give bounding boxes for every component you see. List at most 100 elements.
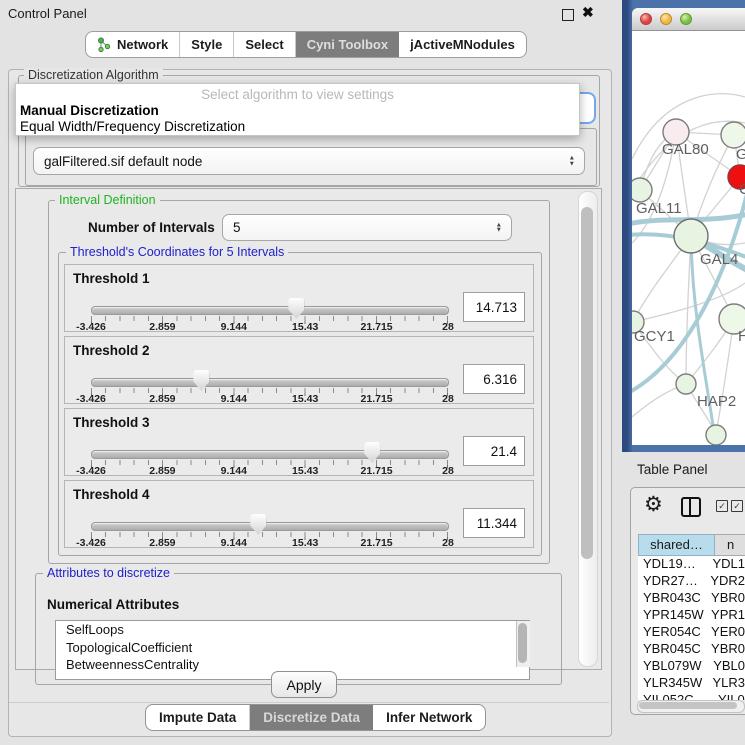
screenshot-stage: Control Panel ✖ Network Style Select Cyn — [0, 0, 745, 745]
tick-label-row: -3.4262.8599.14415.4321.71528 — [91, 321, 448, 333]
tick-label: 9.144 — [221, 321, 247, 333]
table-row[interactable]: YER054CYER0 — [638, 624, 745, 641]
tab-cyni-toolbox[interactable]: Cyni Toolbox — [296, 32, 399, 57]
threshold-1-slider-track[interactable] — [91, 306, 449, 315]
discretization-algorithm-title: Discretization Algorithm — [24, 68, 163, 82]
tab-select[interactable]: Select — [234, 32, 295, 57]
table-row[interactable]: YIL052CYIL0 — [638, 692, 745, 700]
column-header-name[interactable]: n — [715, 534, 745, 556]
tab-style[interactable]: Style — [180, 32, 234, 57]
cell-shared-name[interactable]: YER054C — [638, 624, 708, 641]
node-gal4 — [674, 219, 708, 253]
network-canvas[interactable]: GAL80 G C GAL11 GAL4 GCY1 H HAP2 — [632, 31, 745, 445]
mac-close-icon[interactable] — [640, 13, 652, 25]
popup-item-manual-discretization[interactable]: Manual Discretization — [20, 103, 159, 118]
tab-infer-network[interactable]: Infer Network — [373, 705, 485, 730]
gear-icon[interactable]: ⚙ — [644, 494, 663, 515]
tick-label: 28 — [442, 537, 454, 549]
table-row[interactable]: YBL079WYBL0 — [638, 658, 745, 675]
threshold-4-slider-track[interactable] — [91, 522, 449, 531]
cell-name[interactable]: YLR3 — [709, 675, 745, 692]
tick-label: 28 — [442, 393, 454, 405]
threshold-3-value-field[interactable]: 21.4 — [463, 436, 525, 466]
cell-name[interactable]: YPR1 — [708, 607, 745, 624]
table-row[interactable]: YDL19…YDL1 — [638, 556, 745, 573]
node-label: GAL80 — [662, 141, 709, 158]
network-window-titlebar[interactable] — [632, 8, 745, 31]
attribute-list-item[interactable]: TopologicalCoefficient — [56, 639, 529, 657]
tick-label: 28 — [442, 321, 454, 333]
cell-name[interactable]: YDR2 — [707, 573, 745, 590]
table-row[interactable]: YBR043CYBR0 — [638, 590, 745, 607]
node-label: C — [739, 181, 745, 198]
table-row[interactable]: YBR045CYBR0 — [638, 641, 745, 658]
number-of-intervals-spinner[interactable]: 5 ▲▼ — [222, 214, 512, 241]
attribute-list-item[interactable]: SelfLoops — [56, 621, 529, 639]
cell-shared-name[interactable]: YIL052C — [638, 692, 715, 700]
threshold-2-label: Threshold 2 — [73, 343, 150, 358]
close-icon[interactable]: ✖ — [582, 4, 594, 21]
cell-shared-name[interactable]: YPR145W — [638, 607, 708, 624]
threshold-1-row: Threshold 1 -3.4262.8599.14415.4321.7152… — [64, 264, 534, 332]
popup-item-equal-width-frequency[interactable]: Equal Width/Frequency Discretization — [20, 119, 245, 134]
table-panel-title: Table Panel — [637, 462, 708, 477]
threshold-3-slider-track[interactable] — [91, 450, 449, 459]
tab-discretize-data[interactable]: Discretize Data — [250, 705, 373, 730]
cell-name[interactable]: YER0 — [708, 624, 745, 641]
column-layout-icon[interactable] — [681, 497, 701, 517]
spinner-arrows-icon: ▲▼ — [496, 222, 502, 233]
cell-name[interactable]: YIL0 — [715, 692, 745, 700]
column-header-shared-name[interactable]: shared… — [638, 534, 715, 556]
checkbox-icon[interactable]: ✓ — [731, 500, 743, 512]
hscrollbar-thumb[interactable] — [639, 702, 737, 709]
tab-impute-data[interactable]: Impute Data — [146, 705, 250, 730]
cell-name[interactable]: YBR0 — [708, 641, 745, 658]
cell-name[interactable]: YDL1 — [709, 556, 745, 573]
table-row[interactable]: YPR145WYPR1 — [638, 607, 745, 624]
tick-label: 21.715 — [361, 537, 393, 549]
table-data-combo-value: galFiltered.sif default node — [44, 154, 202, 169]
cell-shared-name[interactable]: YBR045C — [638, 641, 708, 658]
tick-label: 15.43 — [292, 321, 318, 333]
network-window: GAL80 G C GAL11 GAL4 GCY1 H HAP2 — [632, 8, 745, 445]
cell-shared-name[interactable]: YLR345W — [638, 675, 709, 692]
tick-label: 2.859 — [149, 537, 175, 549]
scrollbar-thumb[interactable] — [581, 207, 593, 559]
cell-shared-name[interactable]: YBR043C — [638, 590, 708, 607]
checkbox-icon[interactable]: ✓ — [716, 500, 728, 512]
mac-minimize-icon[interactable] — [660, 13, 672, 25]
list-scrollbar-thumb[interactable] — [518, 623, 527, 663]
table-data-combo[interactable]: galFiltered.sif default node ▲▼ — [33, 147, 585, 175]
threshold-2-slider-track[interactable] — [91, 378, 449, 387]
divider — [9, 702, 609, 703]
threshold-4-value-field[interactable]: 11.344 — [463, 508, 525, 538]
node-label: H — [738, 328, 745, 345]
tick-label: -3.426 — [76, 321, 106, 333]
cell-shared-name[interactable]: YDL19… — [638, 556, 709, 573]
cell-shared-name[interactable]: YDR27… — [638, 573, 707, 590]
threshold-1-value-field[interactable]: 14.713 — [463, 292, 525, 322]
panel-title: Control Panel — [8, 6, 87, 21]
table-row[interactable]: YDR27…YDR2 — [638, 573, 745, 590]
tick-label: 28 — [442, 465, 454, 477]
node-label: GAL11 — [636, 200, 682, 217]
cell-name[interactable]: YBR0 — [708, 590, 745, 607]
thresholds-title: Threshold's Coordinates for 5 Intervals — [66, 245, 288, 259]
cell-name[interactable]: YBL0 — [710, 658, 745, 675]
apply-button[interactable]: Apply — [271, 671, 337, 698]
tab-jactivemnodules[interactable]: jActiveMNodules — [399, 32, 526, 57]
cell-shared-name[interactable]: YBL079W — [638, 658, 710, 675]
threshold-2-value-field[interactable]: 6.316 — [463, 364, 525, 394]
algorithm-placeholder: Select algorithm to view settings — [16, 87, 579, 102]
table-rows[interactable]: YDL19…YDL1YDR27…YDR2YBR043CYBR0YPR145WYP… — [638, 556, 745, 700]
table-row[interactable]: YLR345WYLR3 — [638, 675, 745, 692]
tab-network[interactable]: Network — [86, 32, 180, 57]
float-window-icon[interactable] — [562, 9, 574, 21]
mac-zoom-icon[interactable] — [680, 13, 692, 25]
tick-label: -3.426 — [76, 393, 106, 405]
tick-label: 9.144 — [221, 465, 247, 477]
tab-label: Network — [117, 37, 168, 52]
tick-label: 2.859 — [149, 393, 175, 405]
tick-label: 15.43 — [292, 537, 318, 549]
bottom-tab-bar: Impute Data Discretize Data Infer Networ… — [145, 704, 486, 731]
